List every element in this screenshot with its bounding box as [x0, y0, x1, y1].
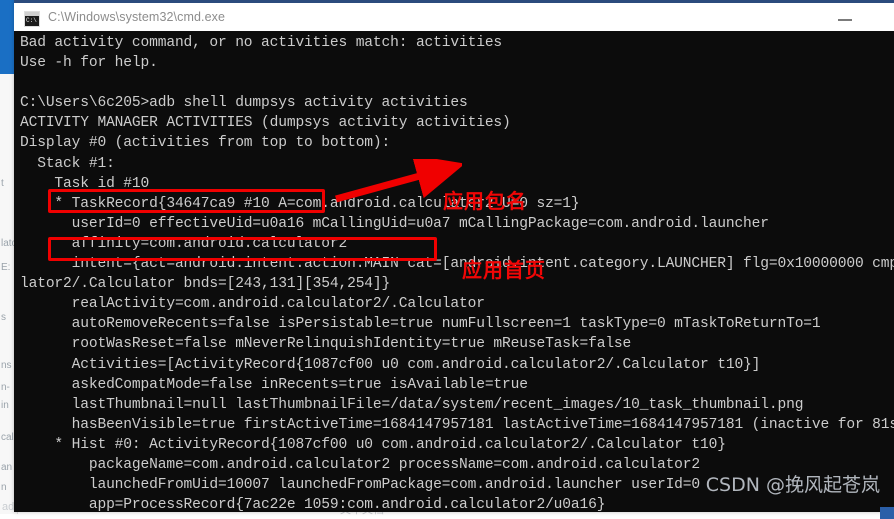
cmd-titlebar[interactable]: C:\Windows\system32\cmd.exe	[14, 0, 894, 31]
cmd-icon	[24, 11, 40, 27]
window-title: C:\Windows\system32\cmd.exe	[48, 10, 226, 24]
minimize-button[interactable]	[823, 3, 868, 34]
cmd-window: C:\Windows\system32\cmd.exe Bad activity…	[14, 0, 894, 512]
background-accent-strip	[0, 0, 14, 74]
screenshot-root: t lato E: s ns n- in calc an n adme 2019…	[0, 0, 894, 519]
csdn-watermark: CSDN @挽风起苍岚	[705, 474, 880, 496]
console-output-area[interactable]: Bad activity command, or no activities m…	[14, 31, 894, 512]
taskbar-fragment	[880, 507, 894, 519]
console-text: Bad activity command, or no activities m…	[20, 35, 894, 512]
